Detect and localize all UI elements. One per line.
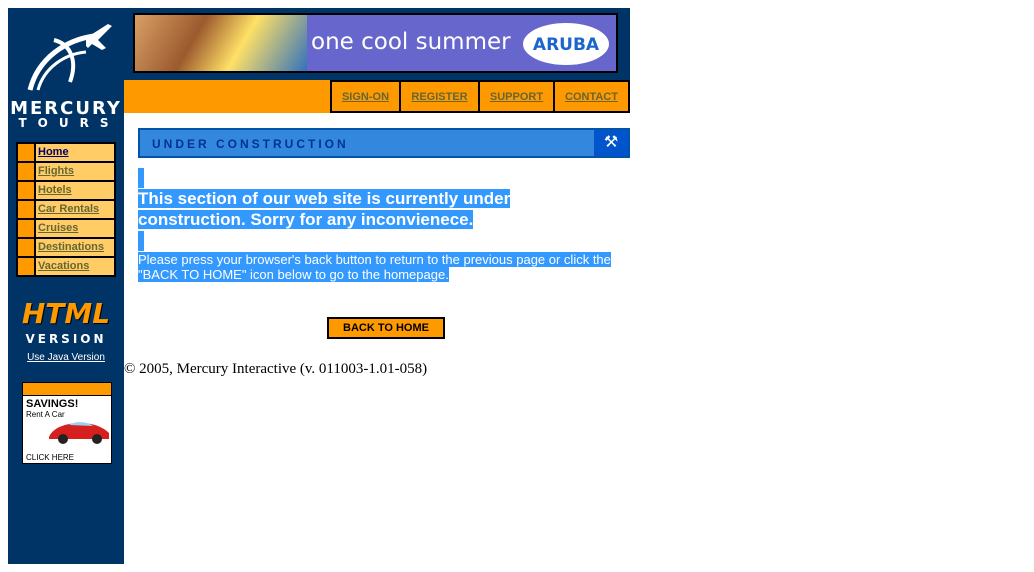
logo-line2: TOURS	[18, 116, 120, 130]
nav-bullet	[18, 258, 34, 275]
nav-bullet	[18, 182, 34, 199]
nav-bullet	[18, 163, 34, 180]
nav-item-vacations[interactable]: Vacations	[18, 258, 114, 275]
contact-link[interactable]: CONTACT	[553, 80, 630, 113]
java-version-link[interactable]: Use Java Version	[27, 352, 105, 363]
back-instructions: Please press your browser's back button …	[138, 252, 618, 282]
aruba-banner[interactable]: one cool summer ARUBA	[133, 13, 618, 73]
section-header: UNDER CONSTRUCTION ⚒	[138, 128, 630, 158]
construction-message: This section of our web site is currentl…	[138, 188, 558, 230]
banner-photo	[135, 15, 307, 71]
copyright-text: © 2005, Mercury Interactive (v. 011003-1…	[124, 361, 428, 377]
nav-bullet	[18, 201, 34, 218]
nav-item-car-rentals[interactable]: Car Rentals	[18, 201, 114, 218]
plane-globe-icon	[27, 24, 112, 91]
html-version-block: HTML VERSION Use Java Version	[8, 300, 124, 365]
section-title: UNDER CONSTRUCTION	[152, 137, 349, 151]
nav-item-home[interactable]: Home	[18, 144, 114, 161]
mercury-tours-logo[interactable]: MERCURY TOURS	[8, 18, 124, 130]
aruba-logo: ARUBA	[523, 23, 609, 65]
selection-highlight	[138, 168, 144, 188]
construction-message-text: This section of our web site is currentl…	[138, 189, 511, 229]
nav-item-cruises[interactable]: Cruises	[18, 220, 114, 237]
top-links: SIGN-ON REGISTER SUPPORT CONTACT	[330, 80, 630, 113]
ad-top-bar	[23, 383, 111, 396]
support-link[interactable]: SUPPORT	[478, 80, 553, 113]
html-version-logo: HTML	[21, 297, 111, 330]
nav-label-cruises[interactable]: Cruises	[36, 220, 114, 237]
back-to-home-button[interactable]: BACK TO HOME	[327, 317, 445, 339]
nav-label-flights[interactable]: Flights	[36, 163, 114, 180]
nav-item-flights[interactable]: Flights	[18, 163, 114, 180]
nav-label-hotels[interactable]: Hotels	[36, 182, 114, 199]
nav-item-hotels[interactable]: Hotels	[18, 182, 114, 199]
tools-icon: ⚒	[594, 130, 628, 156]
nav-bullet	[18, 144, 34, 161]
nav-label-vacations[interactable]: Vacations	[36, 258, 114, 275]
nav-label-car-rentals[interactable]: Car Rentals	[36, 201, 114, 218]
register-link[interactable]: REGISTER	[399, 80, 478, 113]
sign-on-link[interactable]: SIGN-ON	[330, 80, 399, 113]
nav-label-destinations[interactable]: Destinations	[36, 239, 114, 256]
nav-label-home[interactable]: Home	[36, 144, 114, 161]
nav-bullet	[18, 239, 34, 256]
back-instructions-text: Please press your browser's back button …	[138, 252, 611, 282]
nav-item-destinations[interactable]: Destinations	[18, 239, 114, 256]
rent-a-car-ad[interactable]: SAVINGS! Rent A Car CLICK HERE	[22, 382, 112, 464]
ad-cta: CLICK HERE	[26, 453, 75, 462]
selection-highlight	[138, 231, 144, 251]
ad-headline: SAVINGS!	[26, 398, 79, 410]
sidebar: MERCURY TOURS Home Flights Hotels Car Re…	[8, 8, 124, 564]
banner-slogan: one cool summer	[311, 29, 511, 55]
red-car-icon	[49, 422, 109, 444]
nav-bullet	[18, 220, 34, 237]
html-version-subtitle: VERSION	[25, 332, 107, 346]
main-nav: Home Flights Hotels Car Rentals Cruises …	[16, 142, 116, 277]
